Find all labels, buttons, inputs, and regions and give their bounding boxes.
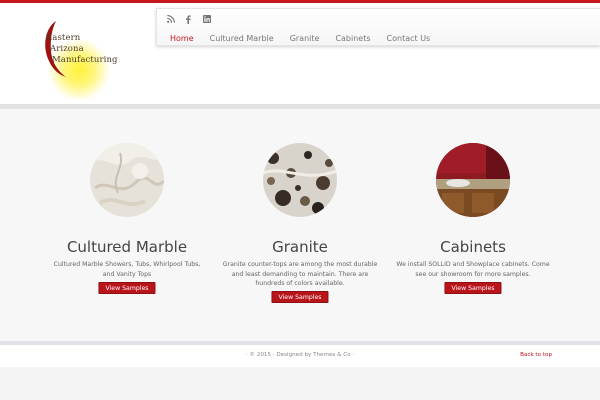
logo-line-1: Eastern xyxy=(46,33,81,43)
logo-line-2: Arizona xyxy=(50,44,84,54)
view-samples-button[interactable]: View Samples xyxy=(271,291,329,303)
facebook-icon[interactable] xyxy=(185,14,194,24)
granite-image[interactable] xyxy=(263,143,337,217)
feature-granite: Granite Granite counter-tops are among t… xyxy=(220,109,380,341)
view-samples-button[interactable]: View Samples xyxy=(98,282,156,294)
feature-cultured-marble: Cultured Marble Cultured Marble Showers,… xyxy=(47,109,207,341)
feature-description: Granite counter-tops are among the most … xyxy=(222,261,378,287)
nav-item-cabinets[interactable]: Cabinets xyxy=(327,31,378,47)
logo-text: Eastern Arizona Manufacturing xyxy=(46,33,118,66)
feature-title: Cultured Marble xyxy=(66,238,188,256)
cultured-marble-image[interactable] xyxy=(90,143,164,217)
rss-icon[interactable] xyxy=(167,14,176,24)
nav-item-cultured-marble[interactable]: Cultured Marble xyxy=(202,31,282,47)
feature-description: Cultured Marble Showers, Tubs, Whirlpool… xyxy=(53,261,201,278)
nav-item-granite[interactable]: Granite xyxy=(282,31,328,47)
view-samples-button[interactable]: View Samples xyxy=(444,282,502,294)
feature-title: Cabinets xyxy=(440,238,506,256)
page-bottom-area xyxy=(0,367,600,400)
nav-item-home[interactable]: Home xyxy=(157,31,202,47)
cabinets-image[interactable] xyxy=(436,143,510,217)
nav-panel: Home Cultured Marble Granite Cabinets Co… xyxy=(156,8,600,46)
social-links xyxy=(167,13,212,25)
feature-title: Granite xyxy=(272,238,328,256)
main-nav: Home Cultured Marble Granite Cabinets Co… xyxy=(157,31,438,47)
logo-line-3: Manufacturing xyxy=(52,55,118,65)
site-logo[interactable]: Eastern Arizona Manufacturing xyxy=(30,13,120,101)
feature-description: We install SOLLID and Showplace cabinets… xyxy=(396,261,550,278)
site-footer: · © 2015 · Designed by Themes & Co · Bac… xyxy=(0,345,600,367)
linkedin-icon[interactable] xyxy=(203,14,212,24)
copyright-text: · © 2015 · Designed by Themes & Co · xyxy=(245,352,355,358)
nav-item-contact-us[interactable]: Contact Us xyxy=(379,31,439,47)
feature-cabinets: Cabinets We install SOLLID and Showplace… xyxy=(393,109,553,341)
features-section: Cultured Marble Cultured Marble Showers,… xyxy=(0,109,600,341)
back-to-top-link[interactable]: Back to top xyxy=(520,352,552,358)
site-header: Eastern Arizona Manufacturing Home Cultu… xyxy=(0,3,600,104)
